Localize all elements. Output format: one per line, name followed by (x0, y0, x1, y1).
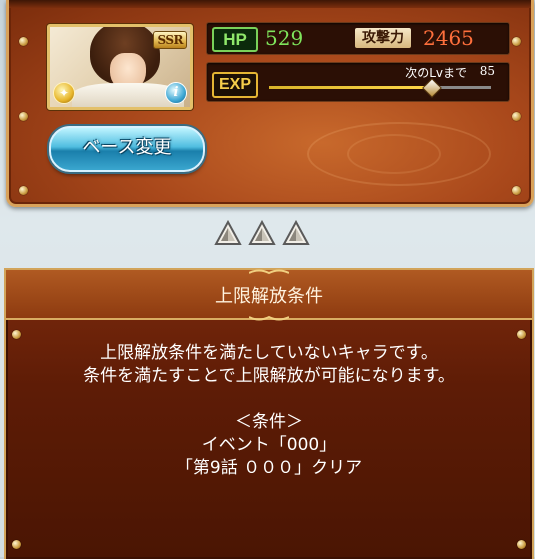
ornament-icon (249, 269, 289, 275)
hp-value: 529 (265, 26, 304, 50)
rarity-badge: SSR (153, 31, 187, 49)
panel-header: 上限解放条件 (6, 269, 532, 321)
triangle-marker-icon (248, 219, 276, 246)
next-level-value: 85 (479, 64, 495, 78)
rivet-icon (19, 37, 28, 46)
condition-event: イベント「000」 (201, 435, 337, 455)
rivet-icon (19, 186, 28, 195)
exp-box: EXP 次のLvまで 85 (206, 62, 510, 102)
change-base-button[interactable]: ベース変更 (49, 126, 205, 172)
exp-progress-fill (269, 86, 432, 89)
decoration (347, 134, 441, 174)
next-level-label: 次のLvまで (405, 66, 467, 80)
stat-bar: HP 529 攻撃力 2465 (206, 22, 510, 55)
condition-clear: 「第9話 ０００」クリア (175, 458, 363, 478)
rivet-icon (512, 37, 521, 46)
message-line: 条件を満たすことで上限解放が可能になります。 (83, 366, 455, 386)
condition-heading: ＜条件＞ (235, 412, 303, 432)
ornament-icon (249, 315, 289, 321)
hp-label: HP (212, 27, 258, 52)
attack-label: 攻撃力 (355, 28, 411, 48)
rivet-icon (12, 330, 21, 339)
condition-message: 上限解放条件を満たしていないキャラです。 条件を満たすことで上限解放が可能になり… (6, 342, 532, 480)
triangle-marker-icon (214, 219, 242, 246)
message-line: 上限解放条件を満たしていないキャラです。 (100, 343, 438, 363)
info-icon[interactable]: i (165, 82, 187, 104)
rivet-icon (517, 540, 526, 549)
rivet-icon (517, 330, 526, 339)
character-portrait[interactable]: SSR ✦ i (47, 24, 193, 110)
character-panel: SSR ✦ i HP 529 攻撃力 2465 EXP 次のLvまで 85 ベー… (6, 0, 534, 207)
panel-title: 上限解放条件 (215, 286, 323, 307)
attack-value: 2465 (423, 26, 474, 50)
triangle-marker-icon (282, 219, 310, 246)
exp-progress-bar (269, 78, 491, 98)
element-light-icon: ✦ (53, 82, 75, 104)
exp-progress-knob (422, 78, 442, 98)
rivet-icon (512, 186, 521, 195)
rivet-icon (12, 540, 21, 549)
limit-break-condition-panel: 上限解放条件 上限解放条件を満たしていないキャラです。 条件を満たすことで上限解… (4, 268, 534, 559)
limit-break-markers (214, 219, 324, 248)
rivet-icon (512, 112, 521, 121)
exp-label: EXP (212, 72, 258, 98)
rivet-icon (19, 112, 28, 121)
